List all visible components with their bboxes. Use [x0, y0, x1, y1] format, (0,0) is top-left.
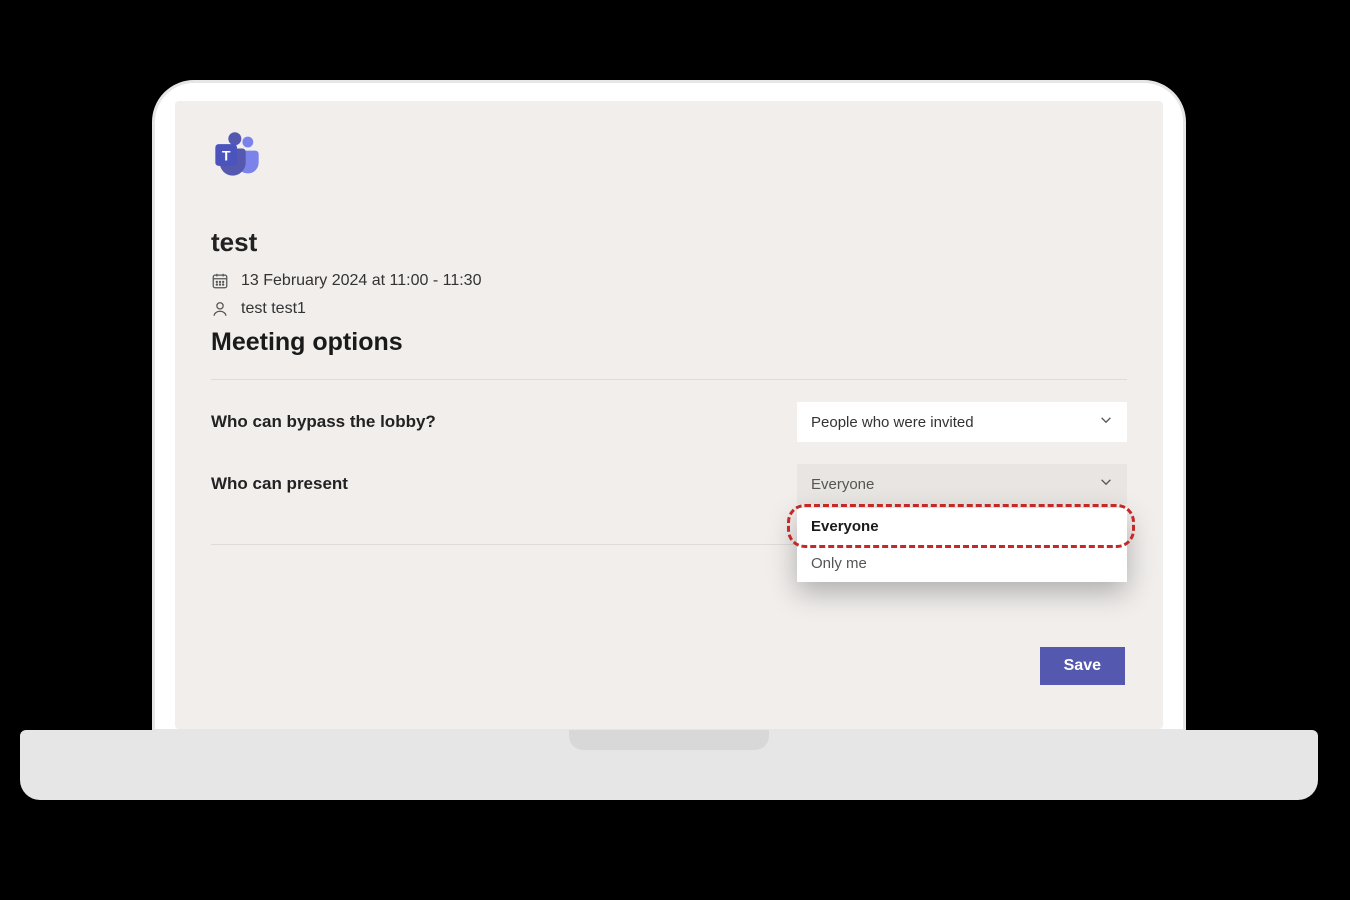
app-screen: T test 13 February 2024 at 11 [175, 101, 1163, 729]
can-present-select-wrapper: Everyone Everyone Only me [797, 464, 1127, 504]
can-present-dropdown: Everyone Only me [797, 508, 1127, 582]
save-button[interactable]: Save [1040, 647, 1125, 685]
laptop-base [20, 730, 1318, 800]
dropdown-option-only-me[interactable]: Only me [797, 545, 1127, 582]
person-icon [211, 300, 229, 318]
can-present-select[interactable]: Everyone [797, 464, 1127, 504]
bypass-lobby-label: Who can bypass the lobby? [211, 412, 436, 432]
can-present-value: Everyone [811, 476, 874, 493]
can-present-label: Who can present [211, 474, 348, 494]
chevron-down-icon [1099, 475, 1113, 493]
meeting-organizer-row: test test1 [211, 300, 1127, 318]
meeting-datetime-row: 13 February 2024 at 11:00 - 11:30 [211, 272, 1127, 290]
teams-logo-icon: T [211, 129, 263, 181]
meeting-organizer-text: test test1 [241, 300, 306, 318]
bypass-lobby-value: People who were invited [811, 414, 974, 431]
meeting-title: test [211, 227, 1127, 258]
divider [211, 379, 1127, 380]
svg-text:T: T [222, 147, 231, 163]
option-row-can-present: Who can present Everyone Everyone Only m… [211, 464, 1127, 504]
bypass-lobby-select[interactable]: People who were invited [797, 402, 1127, 442]
chevron-down-icon [1099, 413, 1113, 431]
laptop-frame: T test 13 February 2024 at 11 [152, 80, 1186, 732]
section-heading: Meeting options [211, 328, 1127, 357]
calendar-icon [211, 272, 229, 290]
option-row-bypass-lobby: Who can bypass the lobby? People who wer… [211, 402, 1127, 442]
laptop-notch [569, 730, 769, 750]
meeting-datetime-text: 13 February 2024 at 11:00 - 11:30 [241, 272, 481, 290]
dropdown-option-everyone[interactable]: Everyone [797, 508, 1127, 545]
